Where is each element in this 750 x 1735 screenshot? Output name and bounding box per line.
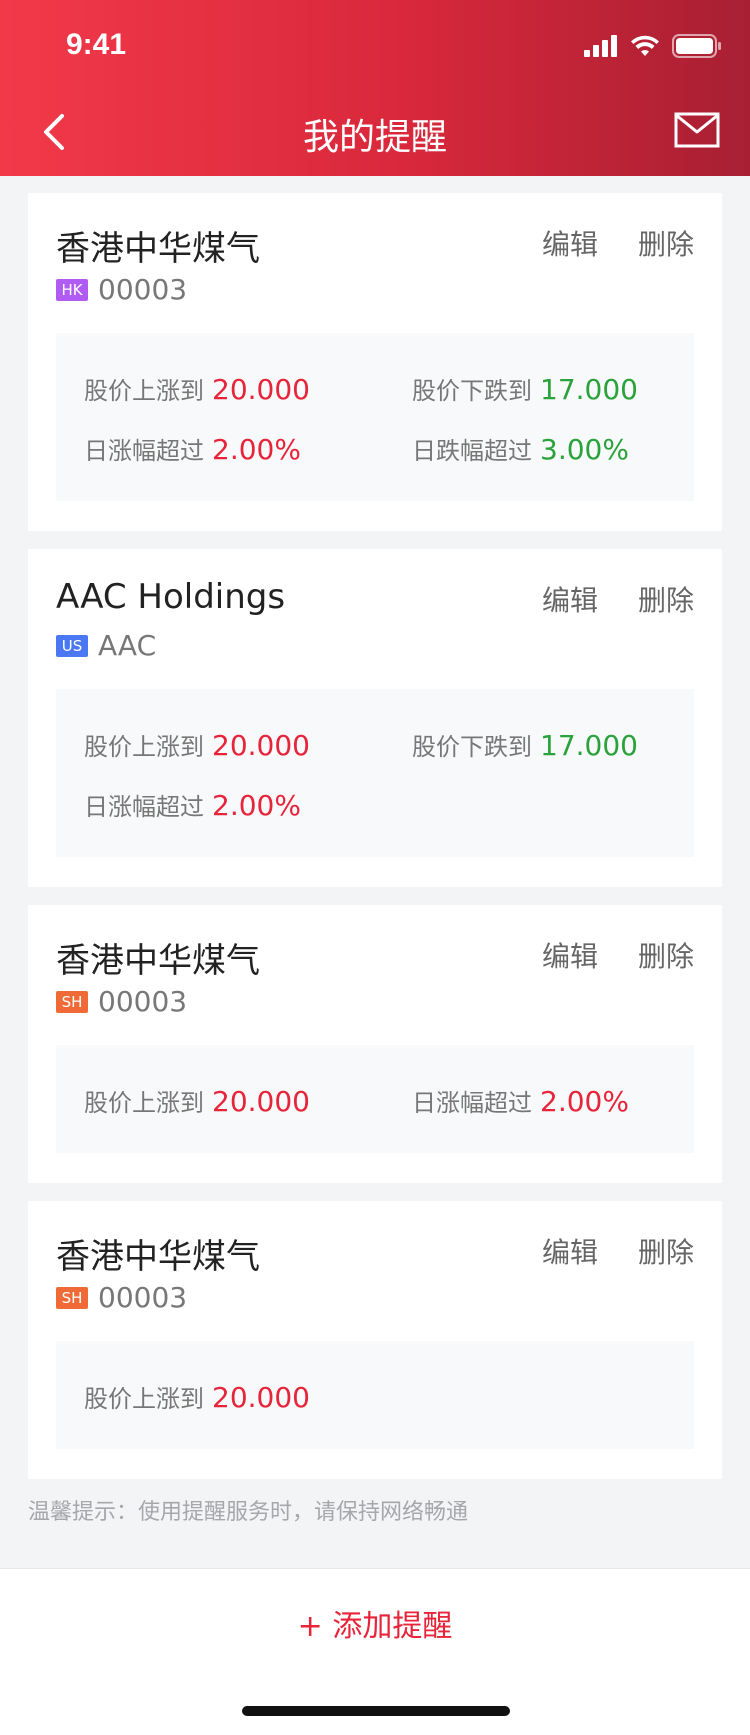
condition-label: 日涨幅超过 <box>412 1089 532 1117</box>
alert-card: 香港中华煤气 编辑 删除 SH 00003 股价上涨到 20.000 日涨幅超过… <box>28 905 722 1183</box>
condition-label: 股价上涨到 <box>84 1089 204 1117</box>
condition-value: 20.000 <box>212 729 310 762</box>
alert-card: 香港中华煤气 编辑 删除 SH 00003 股价上涨到 20.000 <box>28 1201 722 1479</box>
condition-label: 股价下跌到 <box>412 733 532 761</box>
edit-button[interactable]: 编辑 <box>542 935 598 975</box>
tip-text: 温馨提示：使用提醒服务时，请保持网络畅通 <box>28 1500 469 1525</box>
condition-box: 股价上涨到 20.000 股价下跌到 17.000 日涨幅超过 2.00% <box>56 689 694 857</box>
alert-card: AAC Holdings 编辑 删除 US AAC 股价上涨到 20.000 股… <box>28 549 722 887</box>
condition-item: 日跌幅超过 3.00% <box>412 431 629 466</box>
stock-code: 00003 <box>98 1281 188 1314</box>
condition-value: 2.00% <box>212 433 301 466</box>
condition-item: 股价上涨到 20.000 <box>84 371 310 406</box>
condition-value: 3.00% <box>540 433 629 466</box>
condition-item: 股价上涨到 20.000 <box>84 727 310 762</box>
stock-name: 香港中华煤气 <box>56 229 260 269</box>
condition-label: 股价上涨到 <box>84 733 204 761</box>
stock-name: 香港中华煤气 <box>56 941 260 981</box>
market-badge: SH <box>56 990 88 1013</box>
condition-item: 股价下跌到 17.000 <box>412 727 638 762</box>
status-icons <box>584 32 722 60</box>
condition-label: 股价上涨到 <box>84 377 204 405</box>
delete-button[interactable]: 删除 <box>638 935 694 975</box>
condition-item: 日涨幅超过 2.00% <box>84 431 301 466</box>
market-badge: SH <box>56 1286 88 1309</box>
condition-value: 20.000 <box>212 1381 310 1414</box>
stock-name: 香港中华煤气 <box>56 1237 260 1277</box>
condition-label: 日涨幅超过 <box>84 437 204 465</box>
condition-value: 17.000 <box>540 729 638 762</box>
stock-name: AAC Holdings <box>56 577 286 617</box>
condition-value: 2.00% <box>212 789 301 822</box>
app-header: 9:41 我的提醒 <box>0 0 750 176</box>
condition-item: 日涨幅超过 2.00% <box>84 787 301 822</box>
condition-label: 日涨幅超过 <box>84 793 204 821</box>
home-indicator <box>242 1706 510 1716</box>
signal-icon <box>584 35 617 57</box>
stock-code-row: HK 00003 <box>56 273 187 306</box>
wifi-icon <box>631 35 659 56</box>
alert-card: 香港中华煤气 编辑 删除 HK 00003 股价上涨到 20.000 股价下跌到… <box>28 193 722 531</box>
condition-label: 日跌幅超过 <box>412 437 532 465</box>
status-time: 9:41 <box>66 28 127 61</box>
condition-item: 股价上涨到 20.000 <box>84 1379 310 1414</box>
add-alert-label: 添加提醒 <box>332 1609 453 1644</box>
stock-code-row: SH 00003 <box>56 985 187 1018</box>
condition-box: 股价上涨到 20.000 日涨幅超过 2.00% <box>56 1045 694 1153</box>
delete-button[interactable]: 删除 <box>638 579 694 619</box>
condition-value: 20.000 <box>212 373 310 406</box>
stock-code: AAC <box>98 629 157 662</box>
edit-button[interactable]: 编辑 <box>542 223 598 263</box>
stock-code: 00003 <box>98 273 188 306</box>
condition-value: 20.000 <box>212 1085 310 1118</box>
condition-value: 17.000 <box>540 373 638 406</box>
delete-button[interactable]: 删除 <box>638 1231 694 1271</box>
condition-label: 股价上涨到 <box>84 1385 204 1413</box>
condition-value: 2.00% <box>540 1085 629 1118</box>
condition-box: 股价上涨到 20.000 股价下跌到 17.000 日涨幅超过 2.00% 日跌… <box>56 333 694 501</box>
condition-item: 股价下跌到 17.000 <box>412 371 638 406</box>
condition-item: 日涨幅超过 2.00% <box>412 1083 629 1118</box>
add-alert-button[interactable]: + 添加提醒 <box>0 1601 750 1645</box>
stock-code-row: US AAC <box>56 629 156 662</box>
mail-icon[interactable] <box>674 112 720 148</box>
market-badge: US <box>56 634 88 657</box>
edit-button[interactable]: 编辑 <box>542 579 598 619</box>
stock-code-row: SH 00003 <box>56 1281 187 1314</box>
plus-icon: + <box>297 1609 323 1644</box>
condition-box: 股价上涨到 20.000 <box>56 1341 694 1449</box>
page-title: 我的提醒 <box>302 117 447 158</box>
market-badge: HK <box>56 278 88 301</box>
delete-button[interactable]: 删除 <box>638 223 694 263</box>
edit-button[interactable]: 编辑 <box>542 1231 598 1271</box>
battery-icon <box>672 34 721 58</box>
condition-item: 股价上涨到 20.000 <box>84 1083 310 1118</box>
stock-code: 00003 <box>98 985 188 1018</box>
condition-label: 股价下跌到 <box>412 377 532 405</box>
